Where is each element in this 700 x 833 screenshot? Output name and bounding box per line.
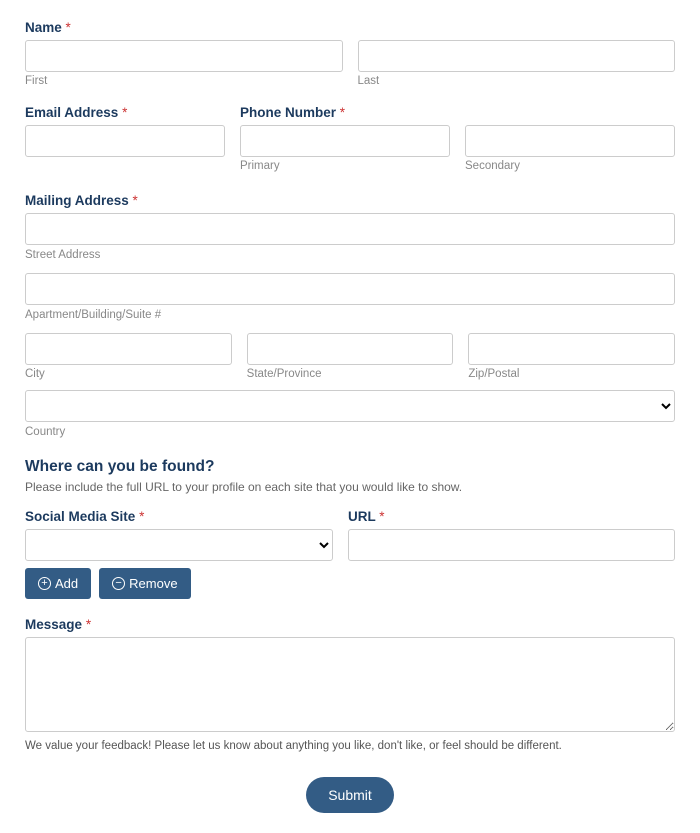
message-textarea[interactable]	[25, 637, 675, 732]
apt-input[interactable]	[25, 273, 675, 305]
phone-secondary-sublabel: Secondary	[465, 160, 675, 172]
social-site-label: Social Media Site *	[25, 509, 333, 524]
name-label: Name *	[25, 20, 675, 35]
social-site-label-text: Social Media Site	[25, 509, 135, 524]
required-mark: *	[66, 20, 71, 35]
country-select[interactable]	[25, 390, 675, 422]
message-group: Message * We value your feedback! Please…	[25, 617, 675, 752]
email-label-text: Email Address	[25, 105, 118, 120]
apt-sublabel: Apartment/Building/Suite #	[25, 309, 161, 321]
email-input[interactable]	[25, 125, 225, 157]
social-site-select[interactable]	[25, 529, 333, 561]
required-mark: *	[133, 193, 138, 208]
state-sublabel: State/Province	[247, 368, 454, 380]
social-section-heading: Where can you be found?	[25, 458, 675, 476]
city-sublabel: City	[25, 368, 232, 380]
name-label-text: Name	[25, 20, 62, 35]
street-input[interactable]	[25, 213, 675, 245]
phone-label-text: Phone Number	[240, 105, 336, 120]
required-mark: *	[139, 509, 144, 524]
required-mark: *	[86, 617, 91, 632]
last-name-sublabel: Last	[358, 75, 676, 87]
mailing-group: Mailing Address * Street Address Apartme…	[25, 193, 675, 440]
add-button-label: Add	[55, 576, 78, 591]
remove-button-label: Remove	[129, 576, 177, 591]
phone-label: Phone Number *	[240, 105, 675, 120]
contact-group: Email Address * Phone Number * Primary S…	[25, 105, 675, 175]
message-label: Message *	[25, 617, 675, 632]
social-url-label: URL *	[348, 509, 675, 524]
phone-primary-sublabel: Primary	[240, 160, 450, 172]
first-name-input[interactable]	[25, 40, 343, 72]
last-name-input[interactable]	[358, 40, 676, 72]
mailing-label-text: Mailing Address	[25, 193, 129, 208]
city-input[interactable]	[25, 333, 232, 365]
required-mark: *	[379, 509, 384, 524]
minus-icon: −	[112, 577, 125, 590]
phone-secondary-input[interactable]	[465, 125, 675, 157]
submit-wrap: Submit	[25, 777, 675, 813]
add-button[interactable]: + Add	[25, 568, 91, 599]
social-url-label-text: URL	[348, 509, 376, 524]
message-helper: We value your feedback! Please let us kn…	[25, 740, 675, 752]
social-url-input[interactable]	[348, 529, 675, 561]
first-name-sublabel: First	[25, 75, 343, 87]
email-label: Email Address *	[25, 105, 225, 120]
social-section-desc: Please include the full URL to your prof…	[25, 480, 675, 494]
submit-button[interactable]: Submit	[306, 777, 394, 813]
message-label-text: Message	[25, 617, 82, 632]
street-sublabel: Street Address	[25, 249, 100, 261]
required-mark: *	[122, 105, 127, 120]
required-mark: *	[340, 105, 345, 120]
name-group: Name * First Last	[25, 20, 675, 87]
country-sublabel: Country	[25, 426, 65, 438]
zip-input[interactable]	[468, 333, 675, 365]
mailing-label: Mailing Address *	[25, 193, 675, 208]
plus-icon: +	[38, 577, 51, 590]
zip-sublabel: Zip/Postal	[468, 368, 675, 380]
phone-primary-input[interactable]	[240, 125, 450, 157]
social-group: Social Media Site * URL * + Add − Remove	[25, 509, 675, 599]
remove-button[interactable]: − Remove	[99, 568, 190, 599]
state-input[interactable]	[247, 333, 454, 365]
